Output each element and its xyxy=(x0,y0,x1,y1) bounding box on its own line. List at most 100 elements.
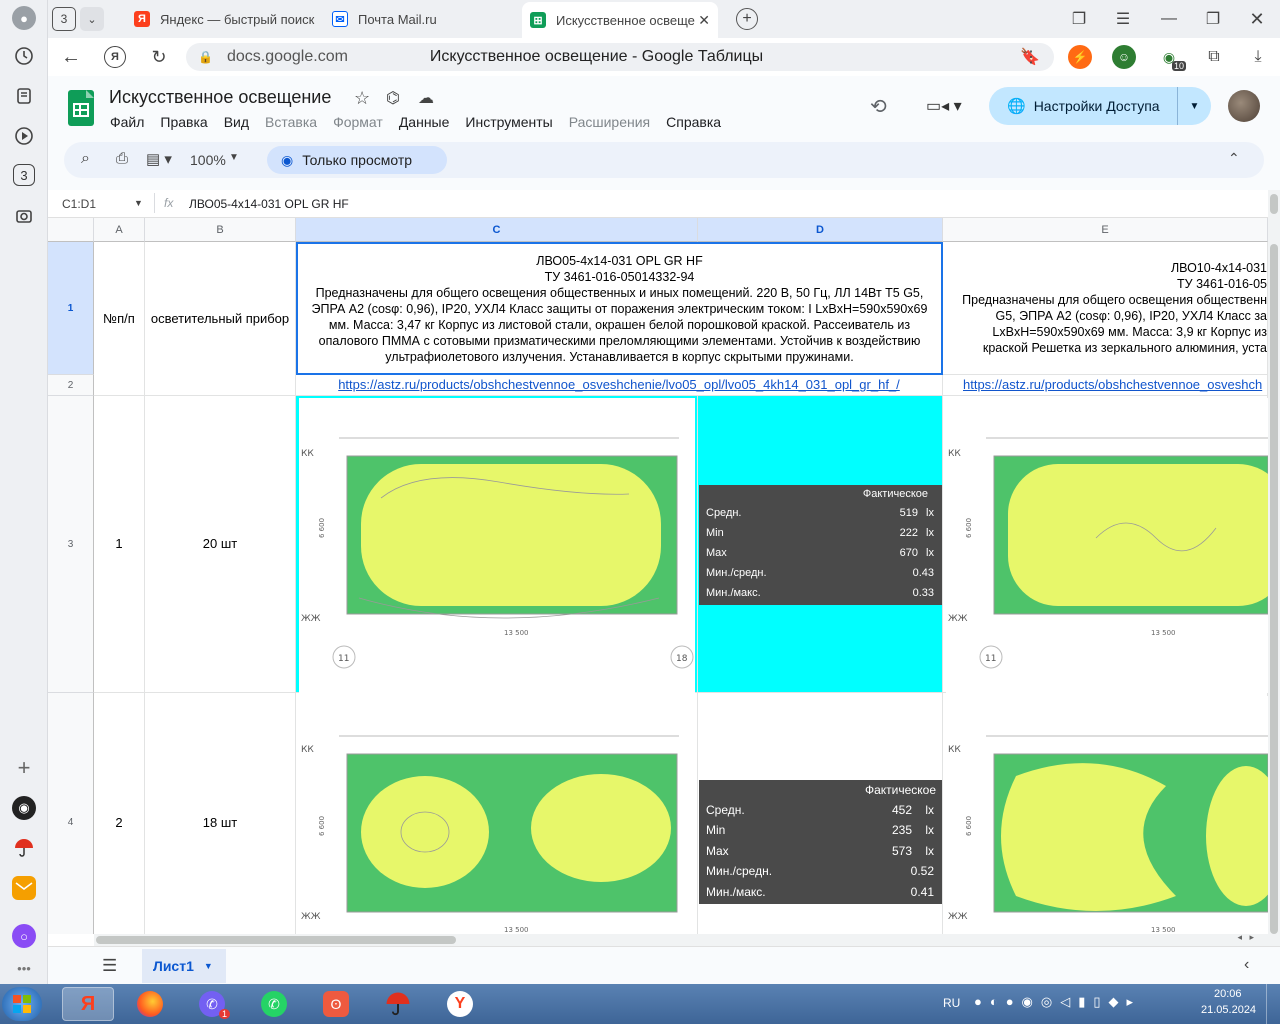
format-icon[interactable]: ▤ ▾ xyxy=(146,150,172,168)
umbrella-app-icon[interactable] xyxy=(12,836,36,860)
taskbar-yandex-browser[interactable]: Я xyxy=(62,987,114,1021)
screenshot-icon[interactable] xyxy=(12,204,36,228)
menu-format[interactable]: Формат xyxy=(333,114,383,130)
yandex-home-icon[interactable]: Я xyxy=(104,46,126,68)
tabs-dropdown-icon[interactable]: ⌄ xyxy=(80,7,104,31)
tab-mail[interactable]: ✉ Почта Mail.ru xyxy=(324,4,514,34)
vertical-scroll-thumb[interactable] xyxy=(1270,244,1278,934)
back-icon[interactable]: ← xyxy=(60,46,82,68)
cell-c1[interactable]: ЛВО05-4х14-031 OPL GR HF ТУ 3461-016-050… xyxy=(296,242,943,375)
isolux-plan-1[interactable]: КК ЖЖ 13 500 6 600 11 18 xyxy=(299,398,695,693)
avatar[interactable] xyxy=(1228,90,1260,122)
name-box[interactable]: C1:D1 xyxy=(62,197,96,211)
vertical-scrollbar[interactable] xyxy=(1268,190,1280,946)
taskbar-umbrella[interactable] xyxy=(372,987,424,1021)
col-header-c[interactable]: C xyxy=(296,218,698,242)
more-dots-icon[interactable]: ••• xyxy=(12,956,36,980)
scroll-left-icon[interactable]: ◂ xyxy=(1237,932,1242,943)
share-dropdown-icon[interactable]: ▼ xyxy=(1177,87,1211,125)
sheet-tab-dropdown-icon[interactable]: ▼ xyxy=(204,961,213,971)
menu-edit[interactable]: Правка xyxy=(160,114,207,130)
stats-box-2[interactable]: Фактическое Средн. 452 lx Min 235 lx Max 573 l… xyxy=(699,780,942,904)
cell-b4[interactable]: 18 шт xyxy=(145,693,296,934)
horizontal-scroll-thumb[interactable] xyxy=(96,936,456,944)
select-all-corner[interactable] xyxy=(48,218,94,242)
menu-help[interactable]: Справка xyxy=(666,114,721,130)
print-icon[interactable]: ⎙ xyxy=(116,150,128,167)
row-header-1[interactable]: 1 xyxy=(48,242,94,375)
taskbar-viber[interactable]: ✆ 1 xyxy=(186,987,238,1021)
isolux-plan-4[interactable]: КК ЖЖ 13 500 6 600 xyxy=(946,696,1268,934)
formula-scroll-thumb[interactable] xyxy=(1270,194,1278,214)
share-button[interactable]: 🌐 Настройки Доступа ▼ xyxy=(989,87,1211,125)
scroll-right-icon[interactable]: ▸ xyxy=(1249,932,1254,943)
alice-music-icon[interactable]: ◉ xyxy=(12,796,36,820)
tray-icons[interactable]: ●◐●◉◎◁▮▯◆▸ xyxy=(974,994,1141,1010)
row-header-3[interactable]: 3 xyxy=(48,396,94,693)
menu-extensions[interactable]: Расширения xyxy=(569,114,650,130)
extension-green-icon[interactable]: ☺ xyxy=(1112,45,1136,69)
menu-data[interactable]: Данные xyxy=(399,114,450,130)
show-desktop-button[interactable] xyxy=(1266,984,1280,1024)
restore-icon[interactable]: ❐ xyxy=(1202,8,1224,30)
clock-time[interactable]: 20:06 xyxy=(1214,988,1242,1000)
cell-a4[interactable]: 2 xyxy=(94,693,145,934)
profile-icon[interactable]: ● xyxy=(12,6,36,30)
menu-icon[interactable]: ☰ xyxy=(1112,8,1134,30)
sheet-tab-list1[interactable]: Лист1 ▼ xyxy=(142,949,226,983)
more-vert-icon[interactable]: ⋮ xyxy=(1020,46,1042,68)
isolux-plan-3[interactable]: КК ЖЖ 13 500 6 600 xyxy=(299,696,695,934)
collections-icon[interactable] xyxy=(12,84,36,108)
zoom-select[interactable]: 100% xyxy=(190,152,226,168)
tab-counter-button[interactable]: 3 xyxy=(52,7,76,31)
clock-date[interactable]: 21.05.2024 xyxy=(1201,1004,1256,1016)
mail-app-icon[interactable] xyxy=(12,876,36,900)
taskbar-yandex[interactable]: Y xyxy=(434,987,486,1021)
col-header-d[interactable]: D xyxy=(698,218,943,242)
collections-tab-icon[interactable]: ❐ xyxy=(1068,8,1090,30)
extension-badge-icon[interactable]: ◉ 10 xyxy=(1156,45,1186,71)
col-header-a[interactable]: A xyxy=(94,218,145,242)
cell-a3[interactable]: 1 xyxy=(94,396,145,693)
counter-badge-icon[interactable]: 3 xyxy=(13,164,35,186)
view-only-chip[interactable]: ◉ Только просмотр xyxy=(267,146,447,174)
cell-e2[interactable]: https://astz.ru/products/obshchestvennoe… xyxy=(943,375,1268,396)
row-header-2[interactable]: 2 xyxy=(48,375,94,396)
formula-input[interactable]: ЛВО05-4х14-031 OPL GR HF xyxy=(189,197,349,211)
close-window-icon[interactable]: ✕ xyxy=(1246,8,1268,30)
all-sheets-icon[interactable]: ☰ xyxy=(102,956,117,976)
c2-link[interactable]: https://astz.ru/products/obshchestvennoe… xyxy=(338,377,900,393)
menu-view[interactable]: Вид xyxy=(224,114,249,130)
new-tab-icon[interactable]: + xyxy=(736,8,758,30)
history-icon[interactable] xyxy=(12,44,36,68)
reload-icon[interactable]: ↻ xyxy=(148,46,170,68)
start-button[interactable] xyxy=(2,987,42,1021)
close-tab-icon[interactable]: ✕ xyxy=(698,12,710,29)
alice-icon[interactable]: ○ xyxy=(12,924,36,948)
col-header-b[interactable]: B xyxy=(145,218,296,242)
document-title[interactable]: Искусственное освещение xyxy=(109,87,331,108)
search-menus-icon[interactable]: ⌕ xyxy=(81,150,90,168)
isolux-plan-2[interactable]: КК ЖЖ 13 500 6 600 11 xyxy=(946,398,1268,693)
extension-doc-icon[interactable]: ⧉ xyxy=(1202,45,1226,69)
horizontal-scrollbar[interactable]: ◂ ▸ xyxy=(94,932,1268,946)
menu-insert[interactable]: Вставка xyxy=(265,114,317,130)
menu-file[interactable]: Файл xyxy=(110,114,144,130)
url-field[interactable]: 🔒 docs.google.com Искусственное освещени… xyxy=(186,43,1054,71)
move-icon[interactable]: ⌬ xyxy=(386,88,400,108)
name-box-dropdown-icon[interactable]: ▼ xyxy=(134,198,143,208)
stats-box-1[interactable]: Фактическое Средн. 519 lx Min 222 lx Max 670 l… xyxy=(699,485,942,605)
add-panel-icon[interactable]: + xyxy=(12,755,36,780)
taskbar-whatsapp[interactable]: ✆ xyxy=(248,987,300,1021)
menu-tools[interactable]: Инструменты xyxy=(465,114,552,130)
taskbar-firefox[interactable] xyxy=(124,987,176,1021)
star-icon[interactable]: ☆ xyxy=(354,88,370,109)
tab-sheets[interactable]: ⊞ Искусственное освеще ✕ xyxy=(522,2,718,38)
zoom-dropdown-icon[interactable]: ▼ xyxy=(229,152,239,163)
taskbar-ok[interactable]: ʘ xyxy=(310,987,362,1021)
download-icon[interactable]: ⤓ xyxy=(1246,45,1270,69)
cell-b3[interactable]: 20 шт xyxy=(145,396,296,693)
cell-e1[interactable]: ЛВО10-4х14-031 ТУ 3461-016-05 Предназнач… xyxy=(943,242,1268,375)
cell-b1[interactable]: осветительный прибор xyxy=(145,242,296,396)
collapse-toolbar-icon[interactable]: ⌃ xyxy=(1228,150,1240,167)
